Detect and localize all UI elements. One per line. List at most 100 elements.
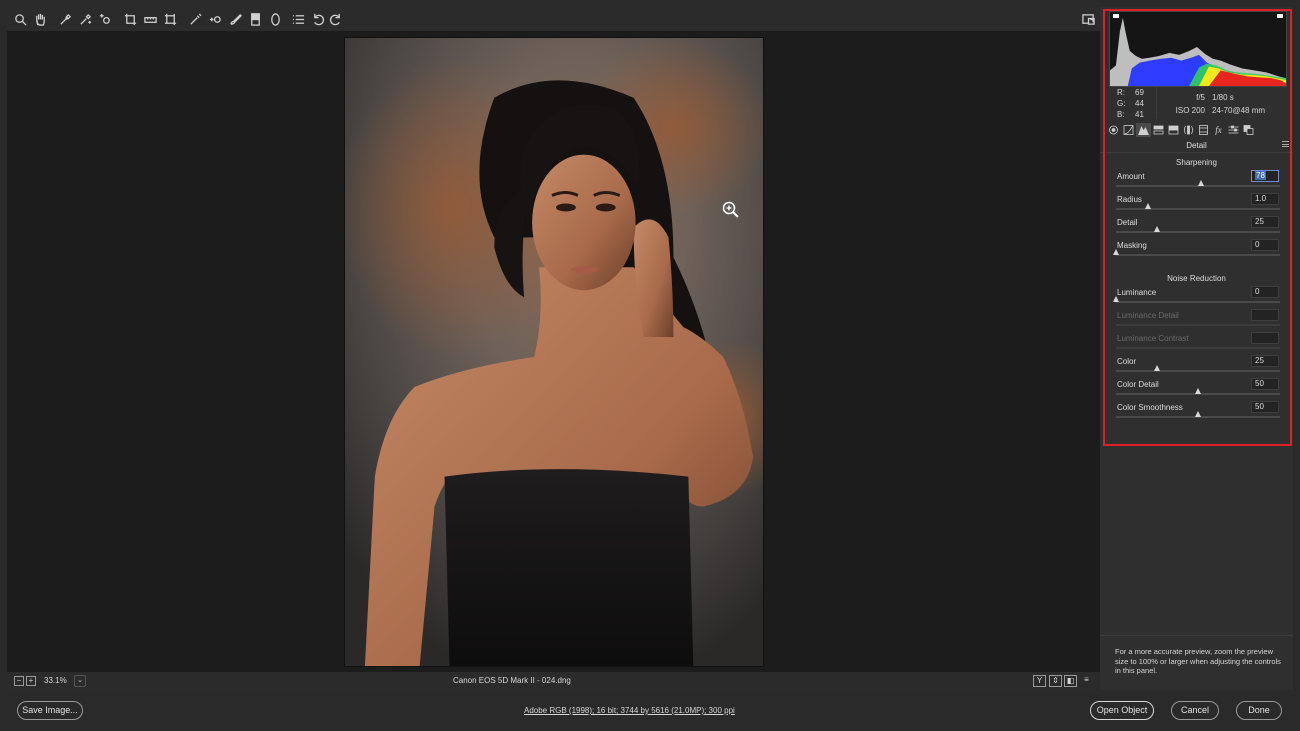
panel-title: Detail [1186,141,1207,150]
done-button[interactable]: Done [1236,701,1282,720]
workflow-options-link[interactable]: Adobe RGB (1998); 16 bit; 3744 by 5616 (… [524,706,735,715]
before-after-view-button[interactable]: Y [1033,675,1046,687]
color-value-field[interactable]: 25 [1251,355,1279,367]
g-value: 44 [1135,99,1144,108]
masking-slider-track[interactable] [1116,254,1280,256]
histogram [1109,11,1287,87]
b-label: B: [1117,110,1125,119]
targeted-adjustment-icon[interactable] [97,11,113,27]
graduated-filter-icon[interactable] [247,11,263,27]
tone-curve-icon[interactable] [1121,123,1136,137]
rgb-readout: R: 69 G: 44 B: 41 [1117,87,1157,120]
presets-icon[interactable] [1226,123,1241,137]
snapshots-icon[interactable] [1241,123,1256,137]
straighten-icon[interactable] [142,11,158,27]
color-detail-slider-thumb[interactable] [1194,388,1201,394]
aperture: f/5 [1196,93,1205,102]
panel-menu-icon[interactable] [1282,141,1289,147]
color-detail-value-field[interactable]: 50 [1251,378,1279,390]
masking-control: Masking 0 [1112,239,1282,264]
radius-label: Radius [1117,195,1142,204]
basic-icon[interactable] [1106,123,1121,137]
masking-value-field[interactable]: 0 [1251,239,1279,251]
luminance-contrast-label: Luminance Contrast [1117,334,1189,343]
color-smoothness-control: Color Smoothness 50 [1116,401,1282,426]
iso: ISO 200 [1175,106,1205,115]
camera-calibration-icon[interactable]: fx [1211,123,1226,137]
b-value: 41 [1135,110,1144,119]
toggle-settings-button[interactable]: ≡ [1080,675,1093,687]
radius-value-field[interactable]: 1.0 [1251,193,1279,205]
amount-value-field[interactable]: 78 [1251,170,1279,182]
red-eye-icon[interactable] [207,11,223,27]
hand-icon[interactable] [32,11,48,27]
rotate-left-icon[interactable] [310,11,326,27]
masking-label: Masking [1117,241,1147,250]
color-sampler-icon[interactable] [77,11,93,27]
luminance-contrast-slider-track [1116,347,1280,349]
file-name: Canon EOS 5D Mark II - 024.dng [453,676,571,685]
color-slider-track[interactable] [1116,370,1280,372]
shutter-speed: 1/80 s [1212,93,1234,102]
swap-before-after-button[interactable]: ⇕ [1049,675,1062,687]
highlight-clipping-indicator[interactable] [1277,14,1283,18]
zoom-out-button[interactable]: − [14,676,24,686]
detail-slider-thumb[interactable] [1153,226,1160,232]
shadow-clipping-indicator[interactable] [1113,14,1119,18]
rotate-right-icon[interactable] [327,11,343,27]
cancel-button[interactable]: Cancel [1171,701,1219,720]
amount-value: 78 [1255,171,1266,180]
transform-icon[interactable] [162,11,178,27]
amount-slider-thumb[interactable] [1197,180,1204,186]
portrait-photo[interactable] [344,37,764,667]
masking-value: 0 [1255,240,1260,249]
r-label: R: [1117,88,1125,97]
detail-icon[interactable] [1136,123,1151,137]
copy-settings-button[interactable]: ◧ [1064,675,1077,687]
color-detail-control: Color Detail 50 [1116,378,1282,403]
luminance-detail-value-field [1251,309,1279,321]
color-slider-thumb[interactable] [1153,365,1160,371]
lens: 24-70@48 mm [1212,106,1266,115]
r-value: 69 [1135,88,1144,97]
radius-slider-track[interactable] [1116,208,1280,210]
color-smoothness-value-field[interactable]: 50 [1251,401,1279,413]
luminance-value-field[interactable]: 0 [1251,286,1279,298]
preferences-icon[interactable] [290,11,306,27]
white-balance-icon[interactable] [57,11,73,27]
panel-divider [1100,152,1293,153]
luminance-slider-track[interactable] [1116,301,1280,303]
luminance-slider-thumb[interactable] [1112,296,1119,302]
spot-removal-icon[interactable] [187,11,203,27]
color-smoothness-slider-thumb[interactable] [1194,411,1201,417]
color-smoothness-value: 50 [1255,402,1264,411]
exif-info: f/5 1/80 s ISO 200 24-70@48 mm [1172,91,1265,117]
color-smoothness-label: Color Smoothness [1117,403,1183,412]
zoom-in-cursor-icon [722,201,739,218]
open-object-button[interactable]: Open Object [1090,701,1154,720]
adjustment-brush-icon[interactable] [227,11,243,27]
bottom-bar: Save Image... Adobe RGB (1998); 16 bit; … [0,690,1300,731]
hsl-icon[interactable] [1151,123,1166,137]
fullscreen-icon[interactable] [1080,11,1096,27]
zoom-in-button[interactable]: + [26,676,36,686]
g-label: G: [1117,99,1126,108]
image-preview[interactable] [7,31,1100,672]
lens-corrections-icon[interactable] [1181,123,1196,137]
masking-slider-thumb[interactable] [1112,249,1119,255]
amount-label: Amount [1117,172,1145,181]
effects-icon[interactable] [1196,123,1211,137]
color-control: Color 25 [1116,355,1282,380]
save-image-button[interactable]: Save Image... [17,701,83,720]
zoom-dropdown[interactable]: ⌄ [74,675,86,687]
split-toning-icon[interactable] [1166,123,1181,137]
detail-control: Detail 25 [1116,216,1282,241]
crop-icon[interactable] [122,11,138,27]
radial-filter-icon[interactable] [267,11,283,27]
zoom-icon[interactable] [12,11,28,27]
detail-value-field[interactable]: 25 [1251,216,1279,228]
radius-slider-thumb[interactable] [1145,203,1152,209]
luminance-detail-control: Luminance Detail [1116,309,1282,334]
luminance-contrast-control: Luminance Contrast [1116,332,1282,357]
detail-slider-track[interactable] [1116,231,1280,233]
